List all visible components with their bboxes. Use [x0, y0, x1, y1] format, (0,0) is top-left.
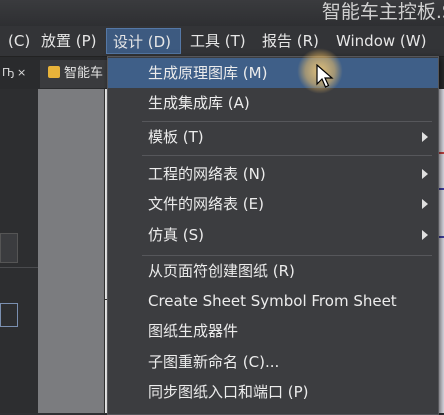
menu-simulate[interactable]: 仿真 (S): [108, 220, 438, 250]
panel-button[interactable]: [0, 233, 18, 263]
menu-item-label: 生成原理图库 (M): [148, 64, 268, 82]
schematic-doc-icon: [48, 66, 60, 78]
menu-sync-sheet-entries-ports[interactable]: 同步图纸入口和端口 (P): [108, 377, 438, 407]
menu-item-label: 从页面符创建图纸 (R): [148, 262, 295, 280]
submenu-arrow-icon: [422, 132, 428, 142]
mouse-cursor-icon: [316, 64, 334, 88]
menu-sheet-to-component[interactable]: 图纸生成器件: [108, 316, 438, 346]
menu-item-label: Create Sheet Symbol From Sheet: [148, 292, 397, 310]
menu-create-sheet-from-sheet-symbol[interactable]: 从页面符创建图纸 (R): [108, 256, 438, 286]
menu-item-window[interactable]: Window (W): [330, 28, 432, 54]
sheet-border: [104, 89, 105, 413]
menu-project-netlist[interactable]: 工程的网络表 (N): [108, 159, 438, 189]
left-panel: [0, 89, 38, 413]
menu-item-label: 文件的网络表 (E): [148, 195, 264, 213]
submenu-arrow-icon: [422, 230, 428, 240]
menu-rename-child-sheet[interactable]: 子图重新命名 (C)...: [108, 347, 438, 377]
submenu-arrow-icon: [422, 199, 428, 209]
menu-item-label: 子图重新命名 (C)...: [148, 353, 280, 371]
window-title: 智能车主控板.S: [321, 1, 444, 23]
menu-generate-schematic-library[interactable]: 生成原理图库 (M): [108, 58, 438, 88]
design-dropdown-menu: 生成原理图库 (M) 生成集成库 (A) 模板 (T) 工程的网络表 (N) 文…: [107, 56, 439, 415]
menu-item-place[interactable]: 放置 (P): [35, 28, 103, 54]
menu-item-label: 生成集成库 (A): [148, 94, 250, 112]
menu-generate-integrated-library[interactable]: 生成集成库 (A): [108, 88, 438, 118]
tab-document-label: 智能车: [64, 66, 104, 81]
title-bar: 智能车主控板.S: [0, 0, 444, 26]
menu-item-design[interactable]: 设计 (D): [106, 28, 181, 54]
canvas-background: [38, 89, 104, 413]
menu-item-label: 工程的网络表 (N): [148, 165, 266, 183]
submenu-arrow-icon: [422, 169, 428, 179]
menu-item-label: 图纸生成器件: [148, 322, 239, 340]
menu-item-c[interactable]: (C): [2, 28, 36, 54]
panel-field[interactable]: [0, 303, 18, 327]
menu-document-netlist[interactable]: 文件的网络表 (E): [108, 189, 438, 219]
menu-item-tools[interactable]: 工具 (T): [184, 28, 252, 54]
menu-separator: [142, 155, 432, 156]
menu-templates[interactable]: 模板 (T): [108, 122, 438, 152]
menu-item-label: 模板 (T): [148, 128, 204, 146]
menu-item-label: 同步图纸入口和端口 (P): [148, 383, 309, 401]
menu-create-sheet-symbol-from-sheet[interactable]: Create Sheet Symbol From Sheet: [108, 286, 438, 316]
divider: [0, 267, 38, 268]
menu-bar: (C) 放置 (P) 设计 (D) 工具 (T) 报告 (R) Window (…: [0, 26, 444, 57]
menu-item-label: 仿真 (S): [148, 226, 204, 244]
pin-icon[interactable]: Ҧ: [2, 66, 14, 79]
close-icon[interactable]: ×: [17, 66, 26, 79]
